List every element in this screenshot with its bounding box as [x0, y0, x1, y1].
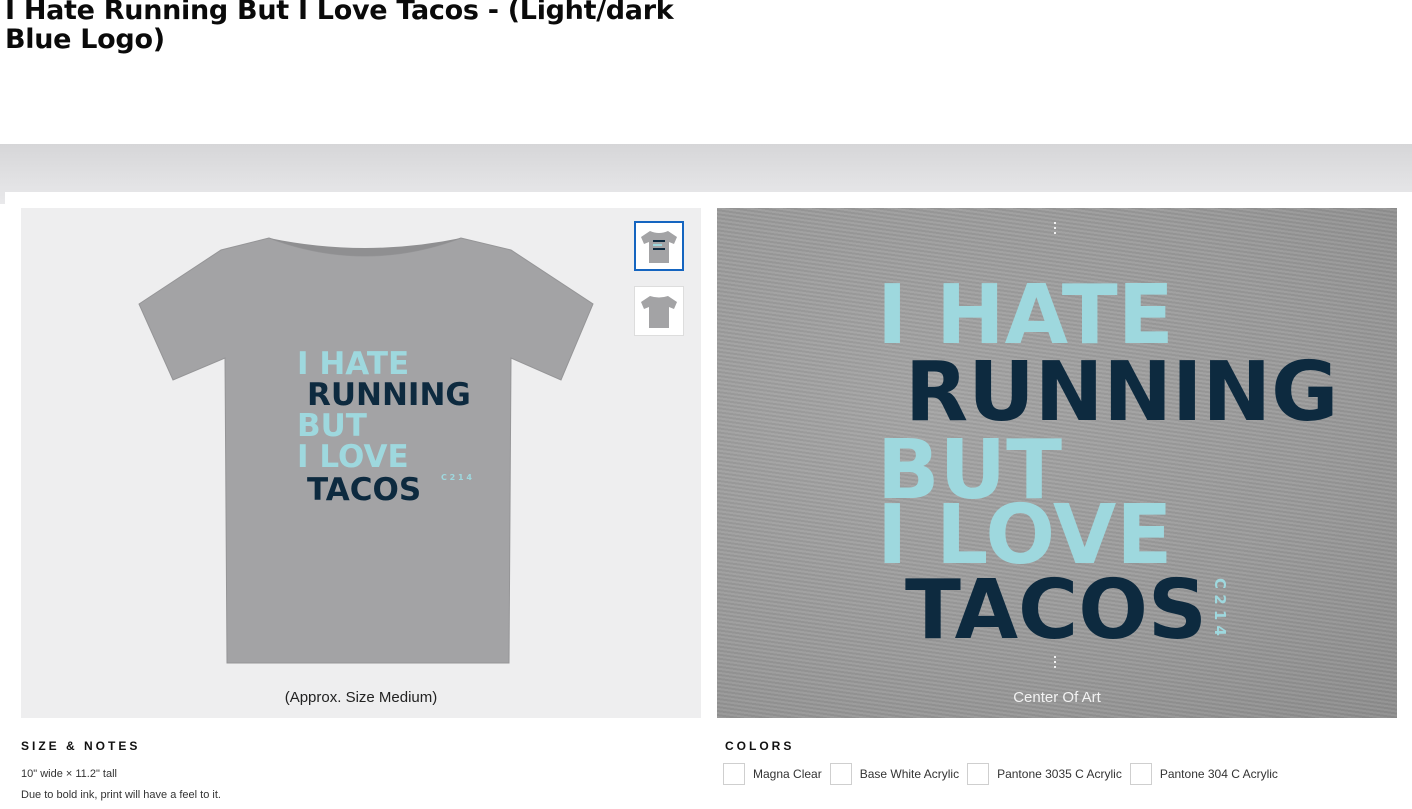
print-closeup-graphic: I HATE RUNNING BUT I LOVE TACOS C 2 1 4: [877, 222, 1338, 670]
closeup-line-5: TACOS: [905, 563, 1207, 658]
color-label: Pantone 3035 C Acrylic: [997, 767, 1122, 781]
color-swatch: [829, 763, 852, 785]
colors-heading: COLORS: [725, 739, 795, 753]
color-item-pantone-3035[interactable]: Pantone 3035 C Acrylic: [967, 763, 1122, 785]
closeup-caption: Center Of Art: [1013, 689, 1101, 706]
print-closeup[interactable]: I HATE RUNNING BUT I LOVE TACOS C 2 1 4 …: [717, 208, 1397, 718]
color-label: Pantone 304 C Acrylic: [1159, 767, 1278, 781]
size-note: Due to bold ink, print will have a feel …: [21, 789, 221, 801]
thumbnail-back-image: [641, 296, 677, 328]
color-label: Base White Acrylic: [859, 767, 960, 781]
thumbnail-back[interactable]: [634, 286, 684, 336]
thumbnail-front-image: [641, 231, 677, 263]
color-swatch: [1129, 763, 1152, 785]
color-swatch: [967, 763, 990, 785]
closeup-side-mark: C 2 1 4: [1211, 578, 1229, 636]
thumbnail-front[interactable]: [634, 221, 684, 271]
color-swatch: [723, 763, 745, 785]
print-side-mark: C 2 1 4: [441, 473, 472, 482]
shirt-preview[interactable]: I HATE RUNNING BUT I LOVE TACOS C 2 1 4 …: [21, 208, 701, 718]
color-item-pantone-304[interactable]: Pantone 304 C Acrylic: [1129, 763, 1278, 785]
color-label: Magna Clear: [753, 767, 822, 781]
color-item-magna-clear[interactable]: Magna Clear: [723, 763, 822, 785]
print-line-4: I LOVE: [297, 439, 409, 475]
size-notes-heading: SIZE & NOTES: [21, 739, 141, 753]
color-item-base-white-acrylic[interactable]: Base White Acrylic: [829, 763, 960, 785]
preview-caption: (Approx. Size Medium): [284, 689, 438, 706]
page-title: I Hate Running But I Love Tacos - (Light…: [5, 0, 674, 55]
colors-list: Magna Clear Base White Acrylic Pantone 3…: [723, 763, 1286, 785]
print-line-5: TACOS: [307, 472, 421, 508]
tshirt-image: I HATE RUNNING BUT I LOVE TACOS C 2 1 4: [138, 237, 594, 664]
size-dimensions: 10" wide × 11.2" tall: [21, 768, 117, 780]
